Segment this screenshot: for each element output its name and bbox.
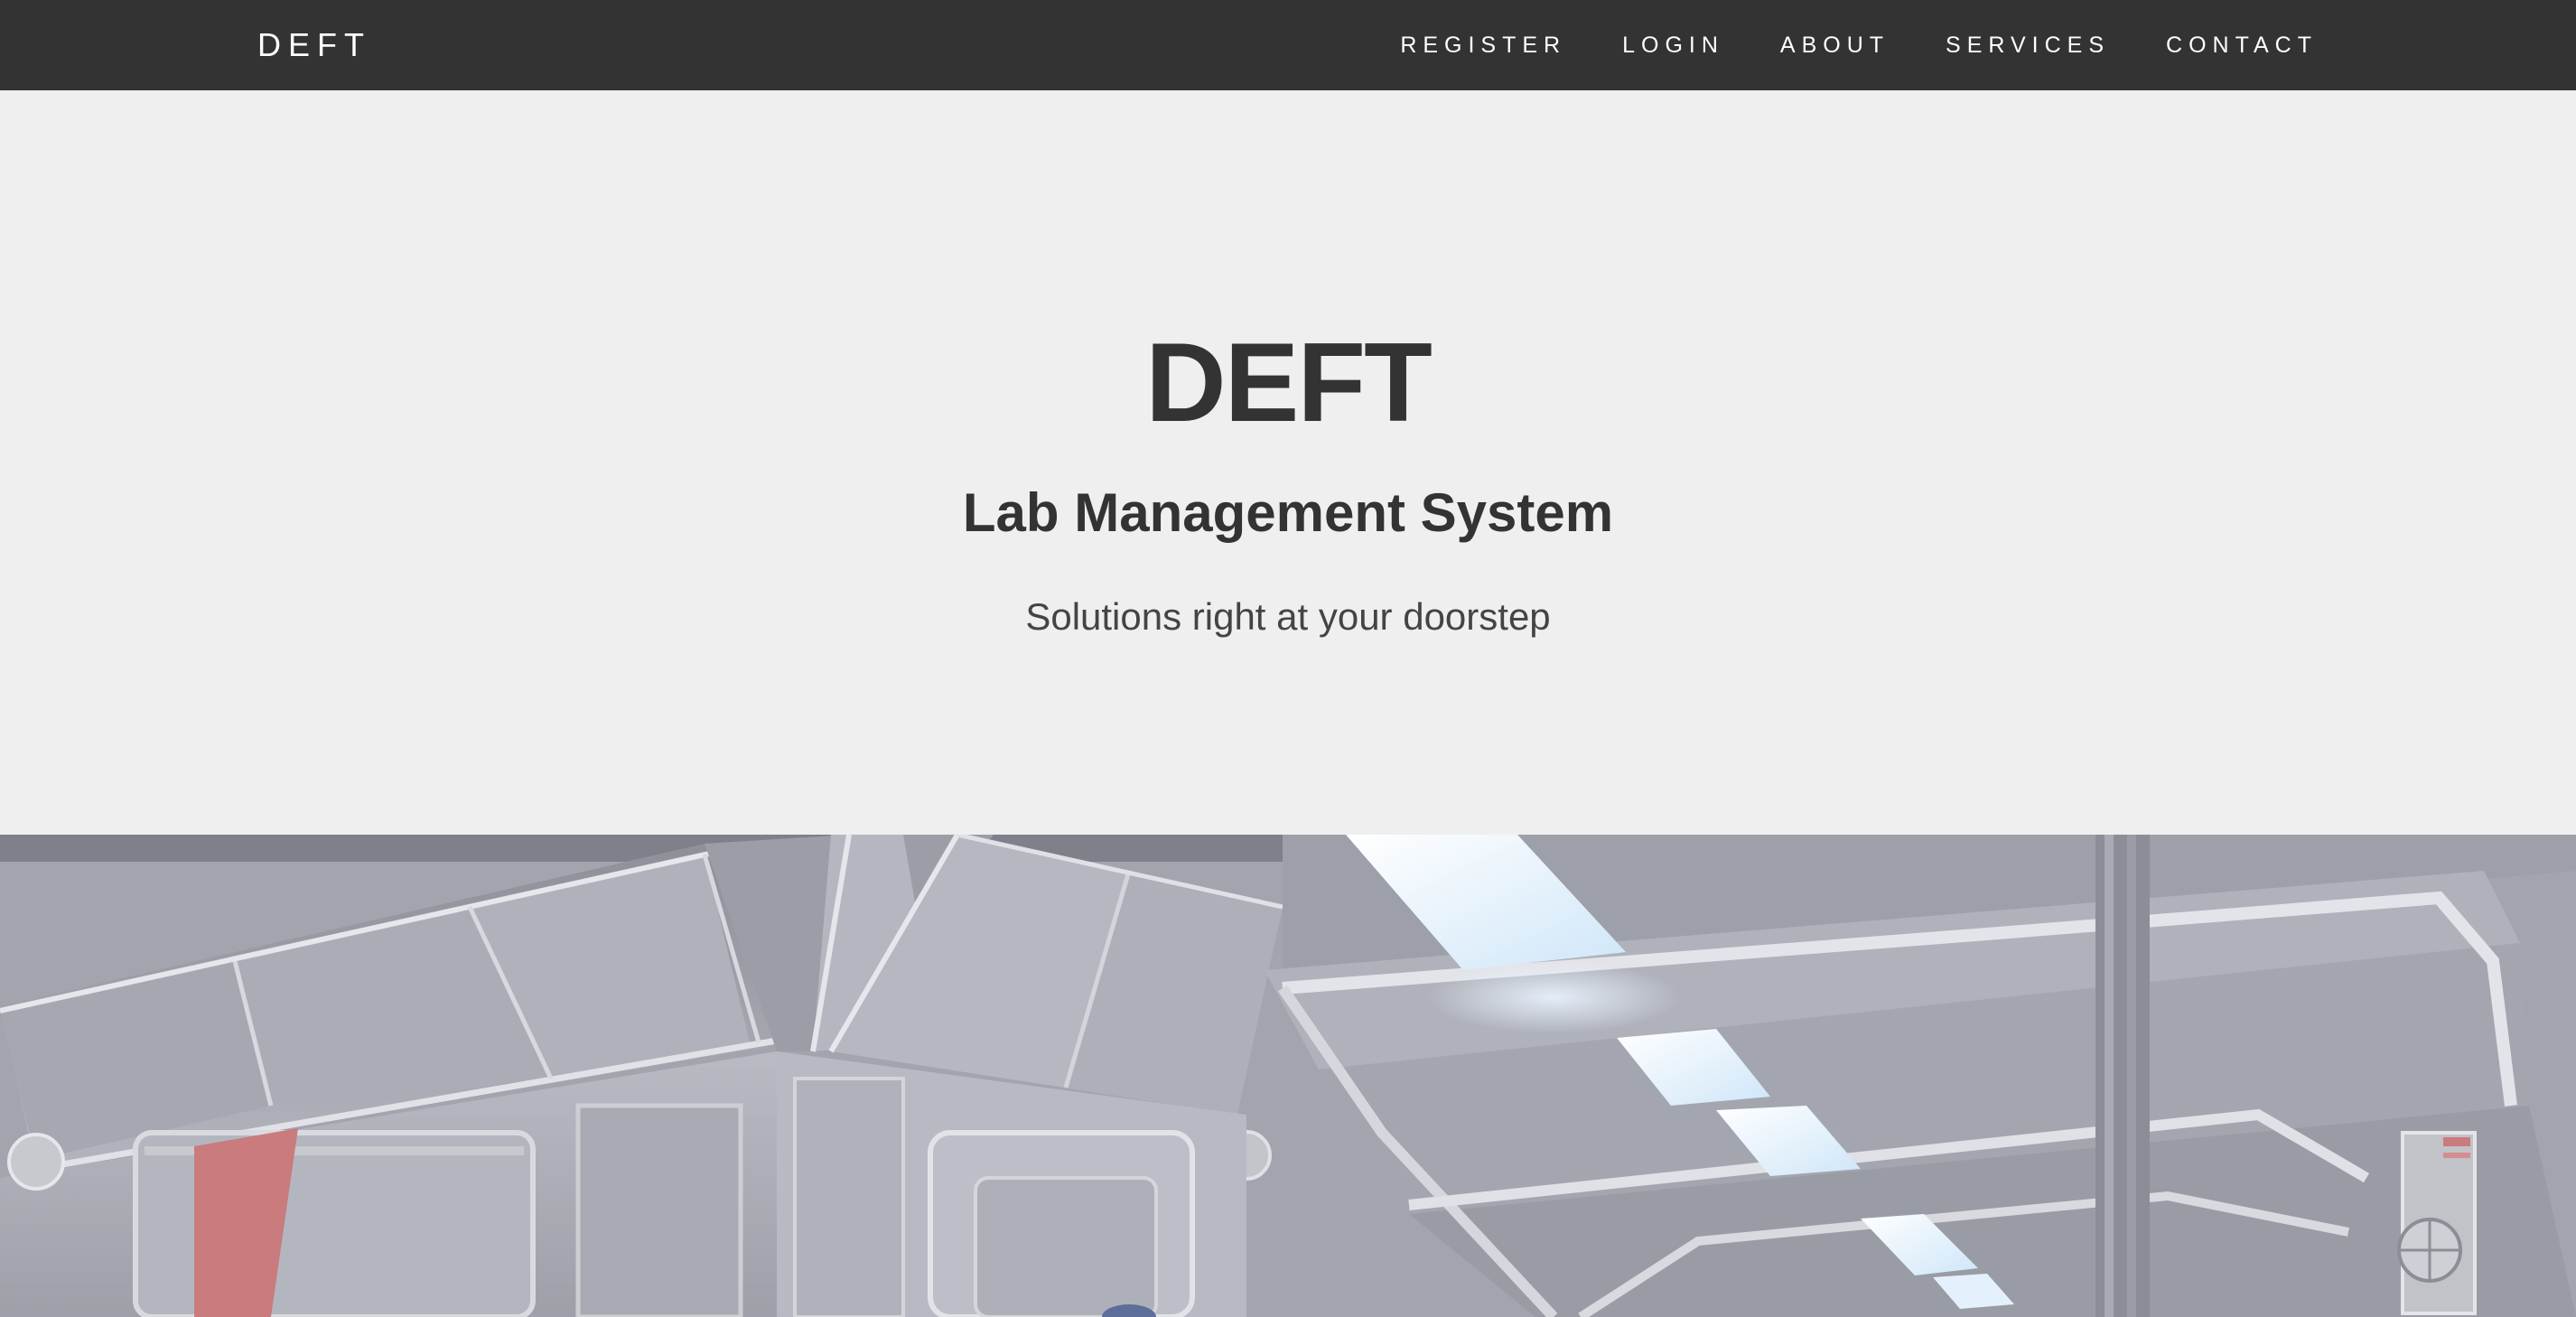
nav-link-about[interactable]: ABOUT (1780, 33, 1890, 59)
nav-link-register[interactable]: REGISTER (1400, 33, 1566, 59)
hero-tagline: Solutions right at your doorstep (1025, 595, 1551, 638)
nav-link-contact[interactable]: CONTACT (2166, 33, 2318, 59)
nav-item-about: ABOUT (1780, 33, 1890, 59)
nav-link-login[interactable]: LOGIN (1622, 33, 1724, 59)
nav-item-register: REGISTER (1400, 33, 1566, 59)
nav-item-contact: CONTACT (2166, 33, 2318, 59)
corridor-illustration (0, 835, 2576, 1317)
banner-image (0, 835, 2576, 1317)
hero-section: DEFT Lab Management System Solutions rig… (0, 90, 2576, 835)
hero-title: DEFT (1145, 321, 1433, 445)
nav-link-services[interactable]: SERVICES (1946, 33, 2110, 59)
brand-logo-link[interactable]: DEFT (257, 0, 371, 90)
nav-menu: REGISTER LOGIN ABOUT SERVICES CONTACT (1400, 0, 2318, 90)
nav-item-login: LOGIN (1622, 33, 1724, 59)
nav-item-services: SERVICES (1946, 33, 2110, 59)
hero-subtitle: Lab Management System (962, 482, 1614, 543)
navbar: DEFT REGISTER LOGIN ABOUT SERVICES CONTA… (0, 0, 2576, 90)
